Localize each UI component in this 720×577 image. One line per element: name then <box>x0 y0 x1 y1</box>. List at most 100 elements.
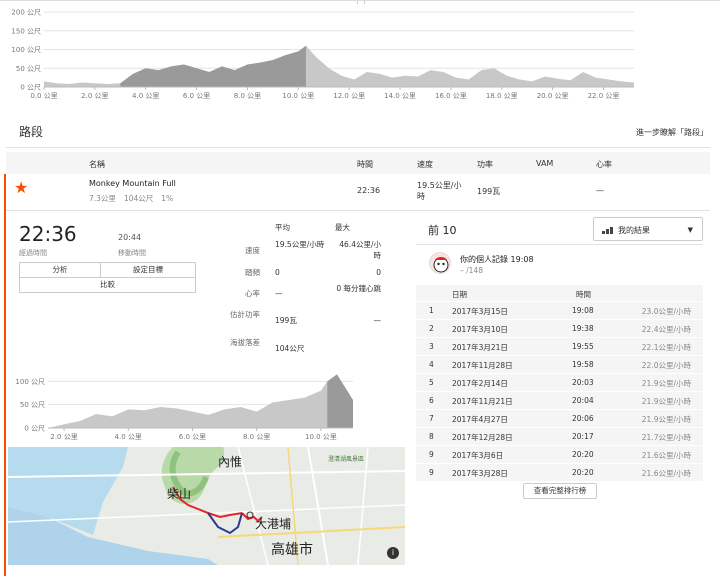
compare-button[interactable]: 比較 <box>20 278 195 293</box>
leaderboard-row[interactable]: 9 2017年3月28日 20:20 21.6公里/小時 <box>416 464 703 481</box>
leaderboard-row[interactable]: 5 2017年2月14日 20:03 21.9公里/小時 <box>416 374 703 391</box>
lb-speed: 22.4公里/小時 <box>641 325 691 334</box>
stat-label-cadence: 踏頻 <box>245 268 260 277</box>
leaderboard-row[interactable]: 2 2017年3月10日 19:38 22.4公里/小時 <box>416 320 703 337</box>
personal-record: 你的個人記錄 19:08 <box>460 255 534 264</box>
lb-col-time: 時間 <box>576 290 591 299</box>
lb-speed: 21.9公里/小時 <box>641 397 691 406</box>
lb-time: 20:17 <box>572 432 594 441</box>
map-canvas <box>8 447 405 565</box>
lb-time: 20:03 <box>572 378 594 387</box>
lb-date[interactable]: 2017年3月15日 <box>452 306 508 317</box>
lb-date[interactable]: 2017年2月14日 <box>452 378 508 389</box>
lb-col-date: 日期 <box>452 290 467 299</box>
personal-rank: – /148 <box>460 266 483 275</box>
lb-time: 20:20 <box>572 450 594 459</box>
x-tick-label: 6.0 公里 <box>179 433 206 441</box>
map-label-neiwei: 內惟 <box>218 455 243 469</box>
lb-date[interactable]: 2017年4月27日 <box>452 414 508 425</box>
col-vam[interactable]: VAM <box>536 159 553 168</box>
stat-max-heart-rate: 0 每分鐘心跳 <box>336 284 381 293</box>
elevation-area <box>48 374 353 428</box>
lb-time: 19:55 <box>572 342 594 351</box>
lb-date[interactable]: 2017年3月28日 <box>452 468 508 479</box>
stat-label-elevation: 海拔落差 <box>230 338 260 347</box>
lb-date[interactable]: 2017年12月28日 <box>452 432 513 443</box>
stat-max-cadence: 0 <box>376 268 381 277</box>
segment-elevation-chart[interactable]: 100 公尺 50 公尺 0 公尺 2.0 公里 4.0 公里 6.0 公里 8.0 公里 1… <box>10 368 360 443</box>
x-tick-label: 4.0 公里 <box>132 92 159 100</box>
lb-date[interactable]: 2017年3月6日 <box>452 450 503 461</box>
lb-rank: 6 <box>429 396 434 405</box>
view-full-leaderboard-button[interactable]: 查看完整排行榜 <box>523 483 597 499</box>
lb-rank: 8 <box>429 432 434 441</box>
x-tick-label: 8.0 公里 <box>234 92 261 100</box>
lb-speed: 21.7公里/小時 <box>641 433 691 442</box>
lb-rank: 9 <box>429 468 434 477</box>
x-tick-label: 14.0 公里 <box>384 92 416 100</box>
divider <box>6 147 710 148</box>
lb-rank: 2 <box>429 324 434 333</box>
map-label-kaohsiung: 高雄市 <box>271 542 313 558</box>
collapse-handle[interactable] <box>357 1 365 4</box>
col-speed[interactable]: 速度 <box>417 159 433 170</box>
col-heart-rate[interactable]: 心率 <box>596 159 612 170</box>
learn-more-link[interactable]: 進一步瞭解「路段」 <box>636 127 708 138</box>
results-filter-dropdown[interactable]: 我的結果 ▼ <box>593 217 703 241</box>
col-name[interactable]: 名稱 <box>89 159 105 170</box>
stats-header-avg: 平均 <box>275 223 290 232</box>
segment-grade: 1% <box>161 194 174 203</box>
x-tick-label: 8.0 公里 <box>243 433 270 441</box>
x-tick-label: 18.0 公里 <box>486 92 518 100</box>
elapsed-time: 22:36 <box>19 222 77 246</box>
avatar-image <box>433 257 449 273</box>
stat-label-speed: 速度 <box>245 246 260 255</box>
segment-meta: 7.3公里 104公尺 1% <box>89 193 181 204</box>
stat-max-power: — <box>373 316 382 325</box>
x-tick-label: 12.0 公里 <box>333 92 365 100</box>
lb-time: 19:58 <box>572 360 594 369</box>
col-power[interactable]: 功率 <box>477 159 493 170</box>
leaderboard-row[interactable]: 1 2017年3月15日 19:08 23.0公里/小時 <box>416 302 703 319</box>
segment-elevation: 104公尺 <box>123 194 154 203</box>
stat-avg-heart-rate: — <box>275 289 283 298</box>
x-tick-label: 20.0 公里 <box>537 92 569 100</box>
lb-time: 20:04 <box>572 396 594 405</box>
lb-rank: 3 <box>429 342 434 351</box>
lb-date[interactable]: 2017年3月21日 <box>452 342 508 353</box>
leaderboard-row[interactable]: 3 2017年3月21日 19:55 22.1公里/小時 <box>416 338 703 355</box>
map-label-dagangpu: 大港埔 <box>255 517 292 531</box>
leaderboard-row[interactable]: 8 2017年12月28日 20:17 21.7公里/小時 <box>416 428 703 445</box>
y-tick-label: 100 公尺 <box>11 46 41 54</box>
segment-map[interactable]: 內惟 柴山 大港埔 高雄市 澄清湖風景區 i <box>8 447 405 565</box>
y-tick-label: 200 公尺 <box>11 9 41 17</box>
y-tick-label: 150 公尺 <box>11 27 41 35</box>
map-label-chengcing-lake: 澄清湖風景區 <box>328 456 365 463</box>
avatar[interactable] <box>429 252 451 274</box>
info-icon[interactable]: i <box>387 547 399 559</box>
lb-date[interactable]: 2017年11月28日 <box>452 360 513 371</box>
action-buttons: 分析 設定目標 比較 <box>19 262 196 293</box>
lb-date[interactable]: 2017年11月21日 <box>452 396 513 407</box>
lb-date[interactable]: 2017年3月10日 <box>452 324 508 335</box>
set-goal-button[interactable]: 設定目標 <box>101 263 195 278</box>
segment-time: 22:36 <box>357 186 381 195</box>
x-tick-label: 22.0 公里 <box>588 92 620 100</box>
leaderboard-row[interactable]: 9 2017年3月6日 20:20 21.6公里/小時 <box>416 446 703 463</box>
segment-power: 199瓦 <box>477 187 501 196</box>
lb-rank: 5 <box>429 378 434 387</box>
leaderboard-title: 前 10 <box>428 224 457 237</box>
leaderboard-row[interactable]: 4 2017年11月28日 19:58 22.0公里/小時 <box>416 356 703 373</box>
star-icon[interactable]: ★ <box>14 180 28 196</box>
leaderboard-row[interactable]: 6 2017年11月21日 20:04 21.9公里/小時 <box>416 392 703 409</box>
analyze-button[interactable]: 分析 <box>20 263 101 278</box>
elevation-chart[interactable]: 200 公尺 150 公尺 100 公尺 50 公尺 0 公尺0.0 公里 2.0 公里 4… <box>0 6 720 106</box>
lb-speed: 21.9公里/小時 <box>641 415 691 424</box>
leaderboard-row[interactable]: 7 2017年4月27日 20:06 21.9公里/小時 <box>416 410 703 427</box>
segment-name[interactable]: Monkey Mountain Full <box>89 179 176 188</box>
leaderboard-header: 日期 時間 <box>416 285 703 301</box>
lb-rank: 4 <box>429 360 434 369</box>
y-tick-label: 50 公尺 <box>16 65 41 73</box>
col-time[interactable]: 時間 <box>357 159 373 170</box>
moving-label: 移動時間 <box>118 249 146 257</box>
